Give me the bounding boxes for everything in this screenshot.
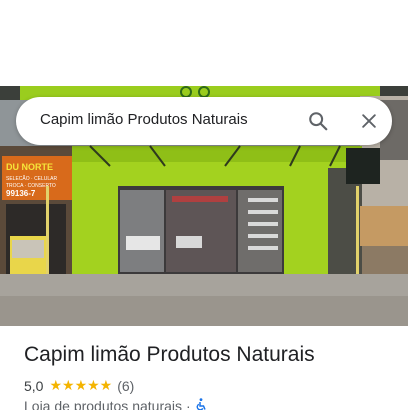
maps-place-screen: DU NORTE SELECÃO · CELULAR TROCA · CONSE… bbox=[0, 0, 408, 410]
star-rating-icon: ★★★★★ bbox=[49, 377, 113, 393]
signage-line-4: 99136-7 bbox=[6, 189, 36, 198]
review-count[interactable]: (6) bbox=[117, 378, 134, 394]
wheelchair-icon bbox=[195, 398, 207, 410]
close-icon[interactable] bbox=[353, 105, 385, 137]
rating-value: 5,0 bbox=[24, 377, 44, 394]
separator: · bbox=[186, 398, 191, 410]
search-icon[interactable] bbox=[302, 105, 334, 137]
place-info-panel: Capim limão Produtos Naturais 5,0 ★★★★★ … bbox=[0, 326, 408, 410]
signage-line-2: SELECÃO · CELULAR bbox=[6, 175, 58, 182]
place-category: Loja de produtos naturais bbox=[24, 398, 182, 410]
signage-line-1: DU NORTE bbox=[6, 162, 53, 172]
top-blank-area bbox=[0, 0, 408, 86]
place-title: Capim limão Produtos Naturais bbox=[24, 343, 315, 366]
category-row: Loja de produtos naturais · bbox=[24, 398, 207, 410]
search-bar[interactable]: Capim limão Produtos Naturais bbox=[16, 97, 392, 145]
search-query-text[interactable]: Capim limão Produtos Naturais bbox=[40, 111, 248, 128]
rating-row[interactable]: 5,0 ★★★★★ (6) bbox=[24, 377, 134, 394]
